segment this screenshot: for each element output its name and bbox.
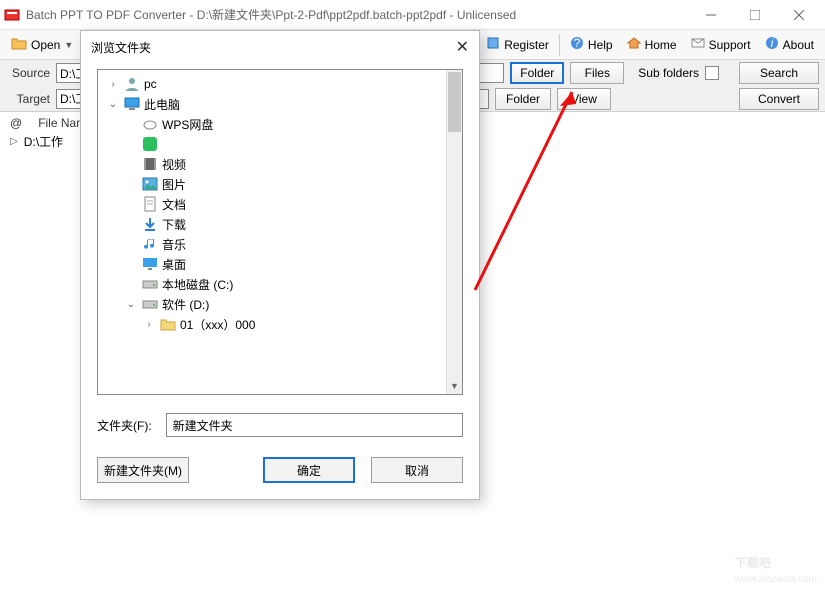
- scroll-thumb[interactable]: [448, 72, 461, 132]
- tree-node-label: 图片: [162, 176, 186, 193]
- tree-node-label: 软件 (D:): [162, 296, 209, 313]
- support-label: Support: [709, 38, 751, 52]
- green-icon: [142, 136, 158, 152]
- folder-open-icon: [11, 36, 27, 53]
- help-label: Help: [588, 38, 613, 52]
- subfolders-label: Sub folders: [638, 66, 699, 80]
- folder-name-input[interactable]: [166, 413, 463, 437]
- tree-node-label: 音乐: [162, 236, 186, 253]
- dialog-titlebar: 浏览文件夹 ✕: [81, 31, 479, 63]
- register-button[interactable]: Register: [479, 33, 556, 57]
- open-button[interactable]: Open ▼: [4, 33, 80, 57]
- music-icon: [142, 236, 158, 252]
- cloud-icon: [142, 116, 158, 132]
- window-title: Batch PPT TO PDF Converter - D:\新建文件夹\Pp…: [26, 6, 689, 23]
- scroll-down-icon[interactable]: ▼: [447, 378, 462, 394]
- tree-node-label: 01（xxx）000: [180, 316, 255, 333]
- tree-node[interactable]: [98, 134, 462, 154]
- source-files-button[interactable]: Files: [570, 62, 624, 84]
- desktop-icon: [142, 256, 158, 272]
- separator: [559, 34, 560, 56]
- about-button[interactable]: i About: [758, 33, 821, 57]
- new-folder-button[interactable]: 新建文件夹(M): [97, 457, 189, 483]
- tree-node-label: 视频: [162, 156, 186, 173]
- expand-icon[interactable]: ⌄: [124, 299, 138, 310]
- support-button[interactable]: Support: [684, 33, 758, 57]
- tree-node-label: 桌面: [162, 256, 186, 273]
- tree-node-label: 文档: [162, 196, 186, 213]
- tree-scrollbar[interactable]: ▲ ▼: [446, 70, 462, 394]
- tree-node[interactable]: ⌄ 此电脑: [98, 94, 462, 114]
- home-button[interactable]: Home: [620, 33, 684, 57]
- list-item-label: D:\工作: [24, 133, 63, 150]
- tree-node-label: 本地磁盘 (C:): [162, 276, 233, 293]
- tree-node[interactable]: 文档: [98, 194, 462, 214]
- open-label: Open: [31, 38, 60, 52]
- tree-node-label: WPS网盘: [162, 116, 213, 133]
- down-icon: [142, 216, 158, 232]
- subfolders-checkbox[interactable]: [705, 66, 719, 80]
- tree-node-label: 此电脑: [144, 96, 180, 113]
- tree-node[interactable]: 本地磁盘 (C:): [98, 274, 462, 294]
- target-label: Target: [6, 92, 50, 106]
- tree-node[interactable]: 下载: [98, 214, 462, 234]
- at-column: @: [10, 116, 22, 130]
- folder-tree[interactable]: › pc ⌄ 此电脑 WPS网盘视频图片文档下载音乐桌面本地磁盘 (C:) ⌄ 软件 (D:…: [97, 69, 463, 395]
- support-icon: [691, 36, 705, 53]
- monitor-icon: [124, 96, 140, 112]
- cancel-button[interactable]: 取消: [371, 457, 463, 483]
- minimize-button[interactable]: [689, 0, 733, 30]
- watermark: 下载吧 www.xiazaiba.com: [735, 542, 817, 585]
- tree-node-label: pc: [144, 77, 157, 91]
- target-folder-button[interactable]: Folder: [495, 88, 551, 110]
- convert-button[interactable]: Convert: [739, 88, 819, 110]
- expand-icon[interactable]: ⌄: [106, 99, 120, 110]
- tree-node[interactable]: 图片: [98, 174, 462, 194]
- tree-node[interactable]: WPS网盘: [98, 114, 462, 134]
- close-button[interactable]: [777, 0, 821, 30]
- maximize-button[interactable]: [733, 0, 777, 30]
- expand-icon[interactable]: ›: [142, 319, 156, 330]
- expand-icon[interactable]: ›: [106, 79, 120, 90]
- folder-icon: [160, 316, 176, 332]
- svg-text:?: ?: [574, 36, 581, 50]
- tree-node[interactable]: › 01（xxx）000: [98, 314, 462, 334]
- film-icon: [142, 156, 158, 172]
- search-button[interactable]: Search: [739, 62, 819, 84]
- folder-field-label: 文件夹(F):: [97, 417, 152, 434]
- doc-icon: [142, 196, 158, 212]
- person-icon: [124, 76, 140, 92]
- key-icon: [486, 36, 500, 53]
- pic-icon: [142, 176, 158, 192]
- help-icon: ?: [570, 36, 584, 53]
- dialog-close-button[interactable]: ✕: [456, 37, 469, 57]
- tree-node-label: 下载: [162, 216, 186, 233]
- tree-node[interactable]: ⌄ 软件 (D:): [98, 294, 462, 314]
- help-button[interactable]: ? Help: [563, 33, 620, 57]
- home-icon: [627, 36, 641, 53]
- tree-node[interactable]: 视频: [98, 154, 462, 174]
- info-icon: i: [765, 36, 779, 53]
- browse-folder-dialog: 浏览文件夹 ✕ › pc ⌄ 此电脑 WPS网盘视频图片文档下载音乐桌面本地磁盘 (C:…: [80, 30, 480, 500]
- view-button[interactable]: View: [557, 88, 611, 110]
- source-folder-button[interactable]: Folder: [510, 62, 564, 84]
- tree-node[interactable]: 桌面: [98, 254, 462, 274]
- expand-icon: ▷: [10, 136, 18, 147]
- app-icon: [4, 7, 20, 23]
- svg-text:i: i: [770, 36, 773, 50]
- about-label: About: [783, 38, 814, 52]
- ok-button[interactable]: 确定: [263, 457, 355, 483]
- source-label: Source: [6, 66, 50, 80]
- drive-icon: [142, 296, 158, 312]
- register-label: Register: [504, 38, 549, 52]
- title-bar: Batch PPT TO PDF Converter - D:\新建文件夹\Pp…: [0, 0, 825, 30]
- dropdown-icon: ▼: [64, 40, 73, 50]
- dialog-title: 浏览文件夹: [91, 39, 151, 56]
- drive-icon: [142, 276, 158, 292]
- home-label: Home: [645, 38, 677, 52]
- tree-node[interactable]: › pc: [98, 74, 462, 94]
- tree-node[interactable]: 音乐: [98, 234, 462, 254]
